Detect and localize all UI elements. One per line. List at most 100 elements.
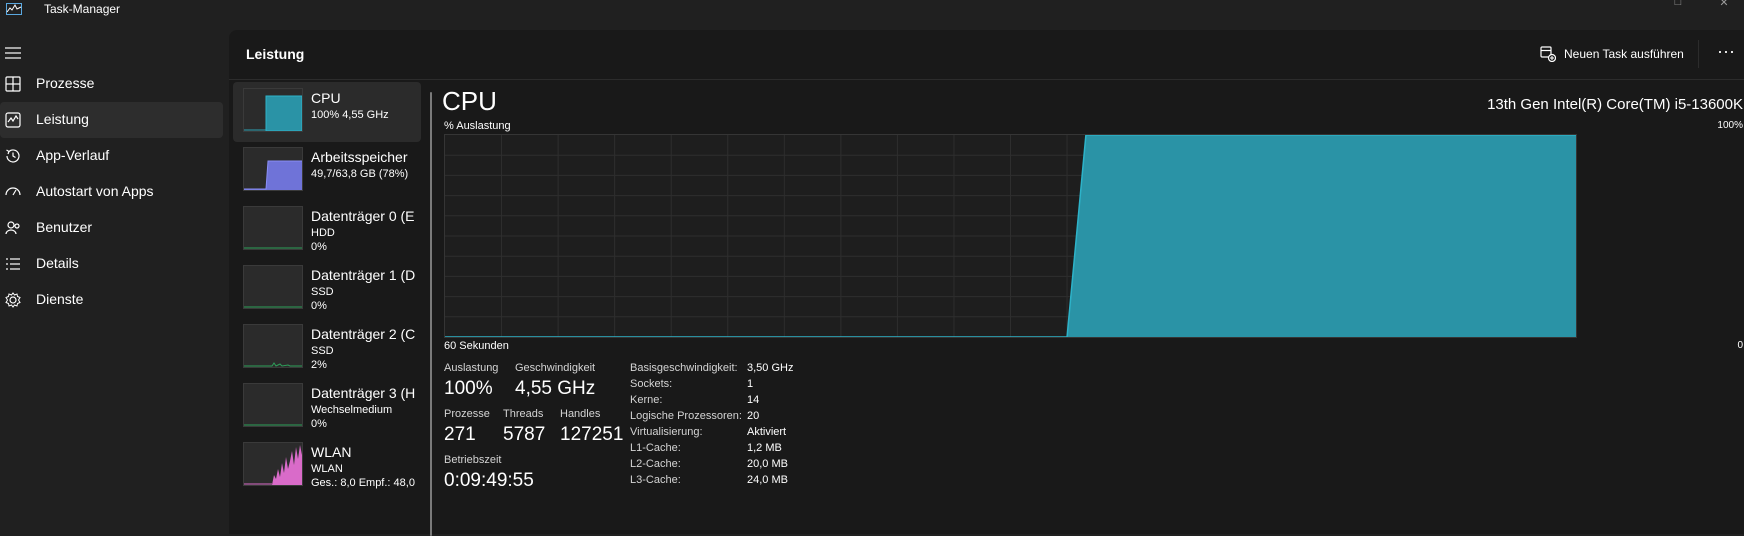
resource-item-wlan[interactable]: WLAN WLAN Ges.: 8,0 Empf.: 48,0 (233, 436, 421, 496)
resource-usage: 2% (311, 359, 327, 371)
spec-row: L1-Cache: 1,2 MB (630, 442, 850, 458)
nav-item-label: App-Verlauf (36, 147, 110, 163)
spec-value: Aktiviert (747, 426, 787, 438)
navigation-pane: Prozesse Leistung App-Verlauf Autostart … (0, 30, 229, 534)
wlan-thumbnail-fill (272, 445, 302, 485)
resource-detail: 100% 4,55 GHz (311, 109, 389, 121)
more-options-button[interactable]: ··· (1714, 42, 1738, 64)
resource-type: SSD (311, 286, 334, 298)
spec-label: Kerne: (630, 394, 663, 406)
page-header: Leistung Neuen Task ausführen ··· (229, 30, 1744, 80)
spec-label: L1-Cache: (630, 442, 681, 454)
resource-item-disk-0[interactable]: Datenträger 0 (E HDD 0% (233, 200, 421, 260)
stat-label: Threads (503, 408, 544, 420)
spec-value: 20,0 MB (747, 458, 788, 470)
nav-item-services[interactable]: Dienste (0, 282, 223, 318)
spec-value: 1,2 MB (747, 442, 782, 454)
resource-type: HDD (311, 227, 335, 239)
details-icon (6, 258, 20, 270)
title-bar: Task-Manager □ ✕ (0, 0, 1744, 30)
resource-name: Datenträger 2 (C (311, 326, 416, 342)
hamburger-menu-icon[interactable] (4, 46, 22, 60)
stat-value: 127251 (560, 424, 624, 445)
spec-value: 14 (747, 394, 760, 406)
spec-value: 3,50 GHz (747, 362, 794, 374)
stat-value: 100% (444, 378, 493, 399)
nav-item-label: Prozesse (36, 75, 95, 91)
resource-type: WLAN (311, 463, 343, 475)
stat-processes: Prozesse 271 (444, 408, 490, 446)
stat-uptime: Betriebszeit 0:09:49:55 (444, 454, 534, 492)
nav-item-label: Dienste (36, 291, 84, 307)
processes-icon (5, 76, 21, 92)
resource-name: Datenträger 0 (E (311, 208, 415, 224)
y-axis-max-label: 100% (1717, 120, 1743, 131)
new-task-icon (1540, 46, 1556, 62)
resource-usage: 0% (311, 418, 327, 430)
services-icon (5, 292, 21, 308)
resource-usage: 0% (311, 241, 327, 253)
spec-value: 20 (747, 410, 760, 422)
nav-item-details[interactable]: Details (0, 246, 223, 282)
cpu-utilization-graph (444, 134, 1577, 338)
nav-item-label: Benutzer (36, 219, 93, 235)
nav-item-label: Autostart von Apps (36, 183, 154, 199)
main-content: Leistung Neuen Task ausführen ··· CPU 10… (229, 30, 1744, 536)
resource-item-memory[interactable]: Arbeitsspeicher 49,7/63,8 GB (78%) (233, 141, 421, 201)
nav-item-processes[interactable]: Prozesse (0, 66, 223, 102)
spec-row: Basisgeschwindigkeit: 3,50 GHz (630, 362, 850, 378)
spec-label: Basisgeschwindigkeit: (630, 362, 738, 374)
stat-utilization: Auslastung 100% (444, 362, 498, 400)
header-divider (1698, 40, 1699, 68)
spec-row: L3-Cache: 24,0 MB (630, 474, 850, 490)
users-icon (5, 221, 20, 235)
disk-2-thumbnail-graph (243, 324, 303, 368)
spec-row: Virtualisierung: Aktiviert (630, 426, 850, 442)
cpu-detail-panel: CPU 13th Gen Intel(R) Core(TM) i5-13600K… (432, 81, 1744, 534)
resource-name: CPU (311, 90, 341, 106)
new-task-label: Neuen Task ausführen (1564, 47, 1684, 61)
spec-value: 1 (747, 378, 754, 390)
stat-label: Auslastung (444, 362, 499, 374)
resource-name: Datenträger 1 (D (311, 267, 416, 283)
cpu-thumbnail-graph (243, 88, 303, 132)
stat-threads: Threads 5787 (503, 408, 545, 446)
resource-item-disk-2[interactable]: Datenträger 2 (C SSD 2% (233, 318, 421, 378)
resource-item-disk-3[interactable]: Datenträger 3 (H Wechselmedium 0% (233, 377, 421, 437)
nav-item-label: Leistung (36, 111, 89, 127)
disk-3-thumbnail-graph (243, 383, 303, 427)
startup-icon (5, 187, 21, 196)
nav-item-users[interactable]: Benutzer (0, 210, 223, 246)
stat-value: 4,55 GHz (515, 378, 596, 399)
resource-detail: 49,7/63,8 GB (78%) (311, 168, 409, 180)
maximize-button[interactable]: □ (1668, 0, 1688, 8)
cpu-model: 13th Gen Intel(R) Core(TM) i5-13600K (1487, 96, 1743, 113)
close-button[interactable]: ✕ (1714, 0, 1734, 9)
stat-handles: Handles 127251 (560, 408, 623, 446)
task-manager-icon (6, 3, 22, 15)
spec-label: Sockets: (630, 378, 673, 390)
stat-value: 0:09:49:55 (444, 470, 534, 491)
disk-1-thumbnail-graph (243, 265, 303, 309)
resource-throughput: Ges.: 8,0 Empf.: 48,0 (311, 477, 415, 489)
resource-type: SSD (311, 345, 334, 357)
resource-name: WLAN (311, 444, 352, 460)
page-title: Leistung (246, 46, 305, 62)
stat-value: 5787 (503, 424, 546, 445)
performance-icon (5, 112, 21, 128)
stat-label: Handles (560, 408, 601, 420)
nav-item-performance[interactable]: Leistung (0, 102, 223, 138)
x-axis-label: 60 Sekunden (444, 340, 509, 352)
resource-item-cpu[interactable]: CPU 100% 4,55 GHz (233, 82, 421, 142)
disk-0-thumbnail-graph (243, 206, 303, 250)
cpu-title: CPU (442, 86, 497, 116)
spec-label: Virtualisierung: (630, 426, 703, 438)
resource-type: Wechselmedium (311, 404, 393, 416)
cpu-utilization-chart (445, 134, 1576, 338)
stat-label: Prozesse (444, 408, 490, 420)
resource-item-disk-1[interactable]: Datenträger 1 (D SSD 0% (233, 259, 421, 319)
memory-thumbnail-graph (243, 147, 303, 191)
nav-item-startup-apps[interactable]: Autostart von Apps (0, 174, 223, 210)
nav-item-app-history[interactable]: App-Verlauf (0, 138, 223, 174)
spec-label: L2-Cache: (630, 458, 681, 470)
